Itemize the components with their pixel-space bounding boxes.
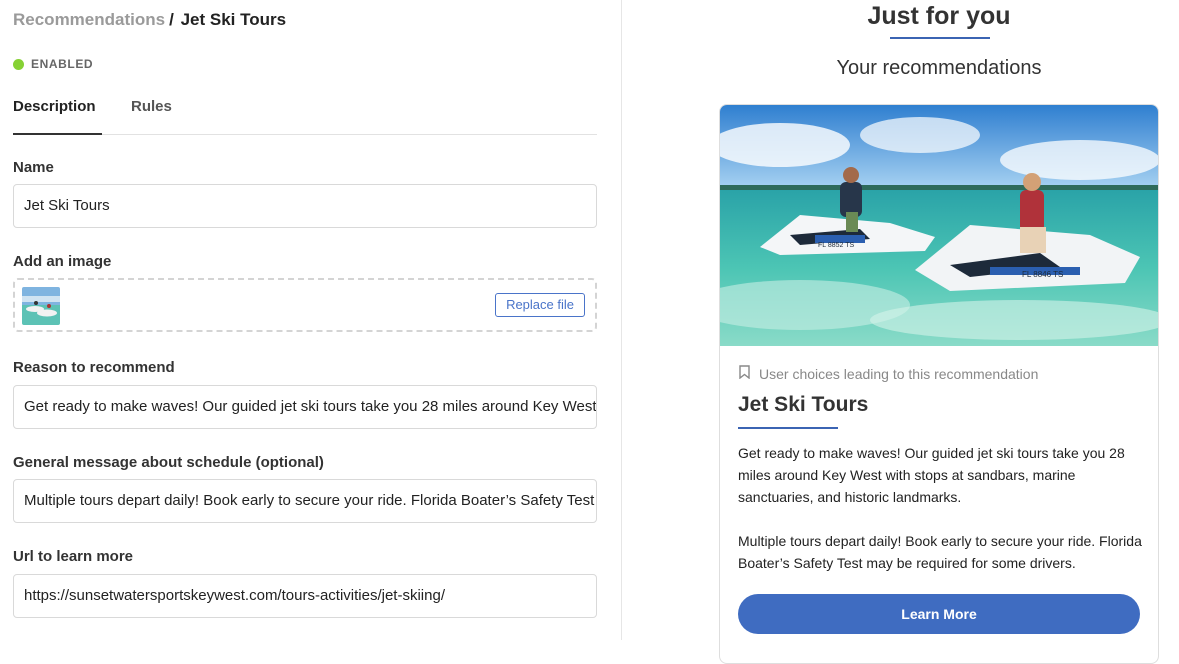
breadcrumb-separator: / [169, 10, 174, 29]
card-reason-text: Get ready to make waves! Our guided jet … [738, 445, 1125, 505]
plate-right: FL 8846 TS [1022, 270, 1063, 279]
title-underline [890, 37, 990, 39]
name-label: Name [13, 159, 54, 176]
reason-label: Reason to recommend [13, 359, 175, 376]
name-input[interactable]: Jet Ski Tours [13, 184, 597, 228]
breadcrumb-parent-link[interactable]: Recommendations [13, 10, 165, 29]
image-label: Add an image [13, 253, 112, 270]
schedule-label: General message about schedule (optional… [13, 454, 324, 471]
user-choices-text: User choices leading to this recommendat… [759, 365, 1039, 382]
breadcrumb: Recommendations / Jet Ski Tours [13, 10, 286, 30]
plate-left: FL 8852 TS [818, 242, 855, 249]
card-schedule-text: Multiple tours depart daily! Book early … [738, 533, 1142, 571]
preview-title: Just for you [867, 2, 1011, 30]
card-image: FL 8846 TS FL 8852 TS [720, 105, 1158, 346]
status-dot-icon [13, 58, 24, 70]
image-dropzone[interactable]: Replace file [13, 278, 597, 332]
replace-file-button[interactable]: Replace file [495, 293, 585, 317]
status-label: ENABLED [31, 57, 94, 71]
card-title-underline [738, 427, 838, 429]
tab-rules[interactable]: Rules [131, 96, 172, 133]
url-input[interactable]: https://sunsetwatersportskeywest.com/tou… [13, 574, 597, 618]
preview-subtitle: Your recommendations [836, 57, 1042, 79]
preview-panel: Just for you Your recommendations FL 884… [622, 0, 1179, 664]
bookmark-icon [739, 365, 750, 382]
edit-panel: Recommendations / Jet Ski Tours ENABLED D… [0, 0, 622, 640]
recommendation-card: FL 8846 TS FL 8852 TS User choices leadi… [719, 104, 1159, 664]
user-choices-link[interactable]: User choices leading to this recommendat… [739, 365, 1038, 382]
url-label: Url to learn more [13, 548, 134, 565]
status-badge: ENABLED [13, 57, 93, 71]
breadcrumb-current: Jet Ski Tours [180, 10, 287, 29]
card-title: Jet Ski Tours [738, 393, 869, 416]
reason-input[interactable]: Get ready to make waves! Our guided jet … [13, 385, 597, 429]
learn-more-button[interactable]: Learn More [738, 594, 1140, 634]
image-thumbnail [22, 287, 60, 325]
schedule-input[interactable]: Multiple tours depart daily! Book early … [13, 479, 597, 523]
tab-bar: Description Rules [13, 96, 597, 135]
tab-description[interactable]: Description [13, 96, 102, 135]
card-description: Get ready to make waves! Our guided jet … [738, 442, 1148, 596]
